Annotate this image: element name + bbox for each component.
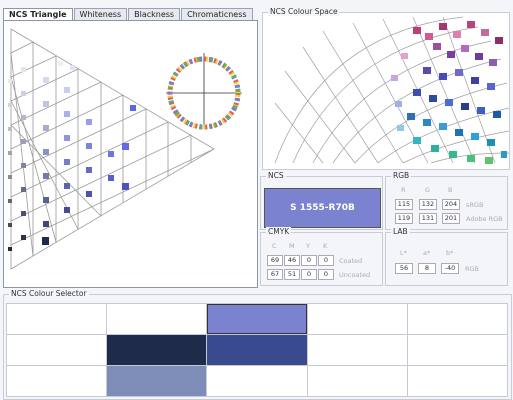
cmyk-header-k: K [323,242,328,250]
cmyk-title: CMYK [266,227,292,236]
selector-cell[interactable] [406,303,508,335]
selector-cell[interactable] [6,303,108,335]
lab-title: LAB [391,227,410,236]
cmyk-row-label: Uncoated [339,271,371,279]
rgb-value[interactable]: 119 [395,213,413,224]
selector-cell[interactable] [106,365,208,397]
ncs-colour-swatch: S 1555-R70B [264,188,381,228]
selector-cell[interactable] [206,303,308,335]
cmyk-value[interactable]: 0 [318,255,334,266]
colour-space-title: NCS Colour Space [268,7,340,16]
rgb-value[interactable]: 201 [442,213,460,224]
rgb-group: RGB R G B 115 132 204 sRGB 119 131 201 A… [385,171,508,230]
rgb-row-label: sRGB [466,201,484,209]
lab-value[interactable]: 56 [395,263,413,274]
cmyk-value[interactable]: 51 [284,269,300,280]
cmyk-group: CMYK C M Y K 69 46 0 0 Coated 67 51 0 0 … [260,227,383,286]
rgb-value[interactable]: 132 [419,199,437,210]
lab-group: LAB L* a* b* 56 8 -40 RGB [385,227,508,286]
rgb-value[interactable]: 131 [419,213,437,224]
selector-cell[interactable] [206,334,308,366]
rgb-header-b: B [448,186,453,194]
rgb-row-label: Adobe RGB [466,215,503,223]
cmyk-value[interactable]: 69 [267,255,283,266]
cmyk-row-label: Coated [339,257,363,265]
lab-header-l: L* [400,249,407,257]
selector-cell[interactable] [106,334,208,366]
cmyk-header-y: Y [306,242,310,250]
ncs-code: S 1555-R70B [290,203,355,213]
lab-value[interactable]: 8 [418,263,436,274]
cmyk-value[interactable]: 0 [301,269,317,280]
ncs-colour-space-panel: NCS Colour Space [262,7,510,170]
cmyk-header-m: M [289,242,295,250]
lab-header-a: a* [423,249,431,257]
cmyk-value[interactable]: 46 [284,255,300,266]
cmyk-header-c: C [272,242,277,250]
lab-value[interactable]: -40 [441,263,459,274]
ncs-colour-selector: NCS Colour Selector [3,289,512,400]
lab-header-b: b* [446,249,454,257]
cmyk-value[interactable]: 0 [301,255,317,266]
rgb-header-g: G [425,186,431,194]
selector-title: NCS Colour Selector [9,289,89,298]
selector-cell[interactable] [306,303,408,335]
ncs-title: NCS [266,171,286,180]
selector-cell[interactable] [6,334,108,366]
ncs-triangle-canvas[interactable] [4,21,257,287]
rgb-title: RGB [391,171,412,180]
selector-cell[interactable] [306,334,408,366]
rgb-header-r: R [401,186,406,194]
lab-row-label: RGB [465,265,480,273]
ncs-triangle-panel[interactable] [3,20,258,288]
cmyk-value[interactable]: 67 [267,269,283,280]
colour-space-canvas[interactable] [263,13,510,169]
selector-cell[interactable] [306,365,408,397]
cmyk-value[interactable]: 0 [318,269,334,280]
selector-grid [6,303,508,397]
rgb-value[interactable]: 204 [442,199,460,210]
rgb-value[interactable]: 115 [395,199,413,210]
selector-cell[interactable] [206,365,308,397]
selector-cell[interactable] [406,334,508,366]
ncs-group: NCS S 1555-R70B [260,171,383,230]
selector-cell[interactable] [6,365,108,397]
selector-cell[interactable] [106,303,208,335]
selector-cell[interactable] [406,365,508,397]
